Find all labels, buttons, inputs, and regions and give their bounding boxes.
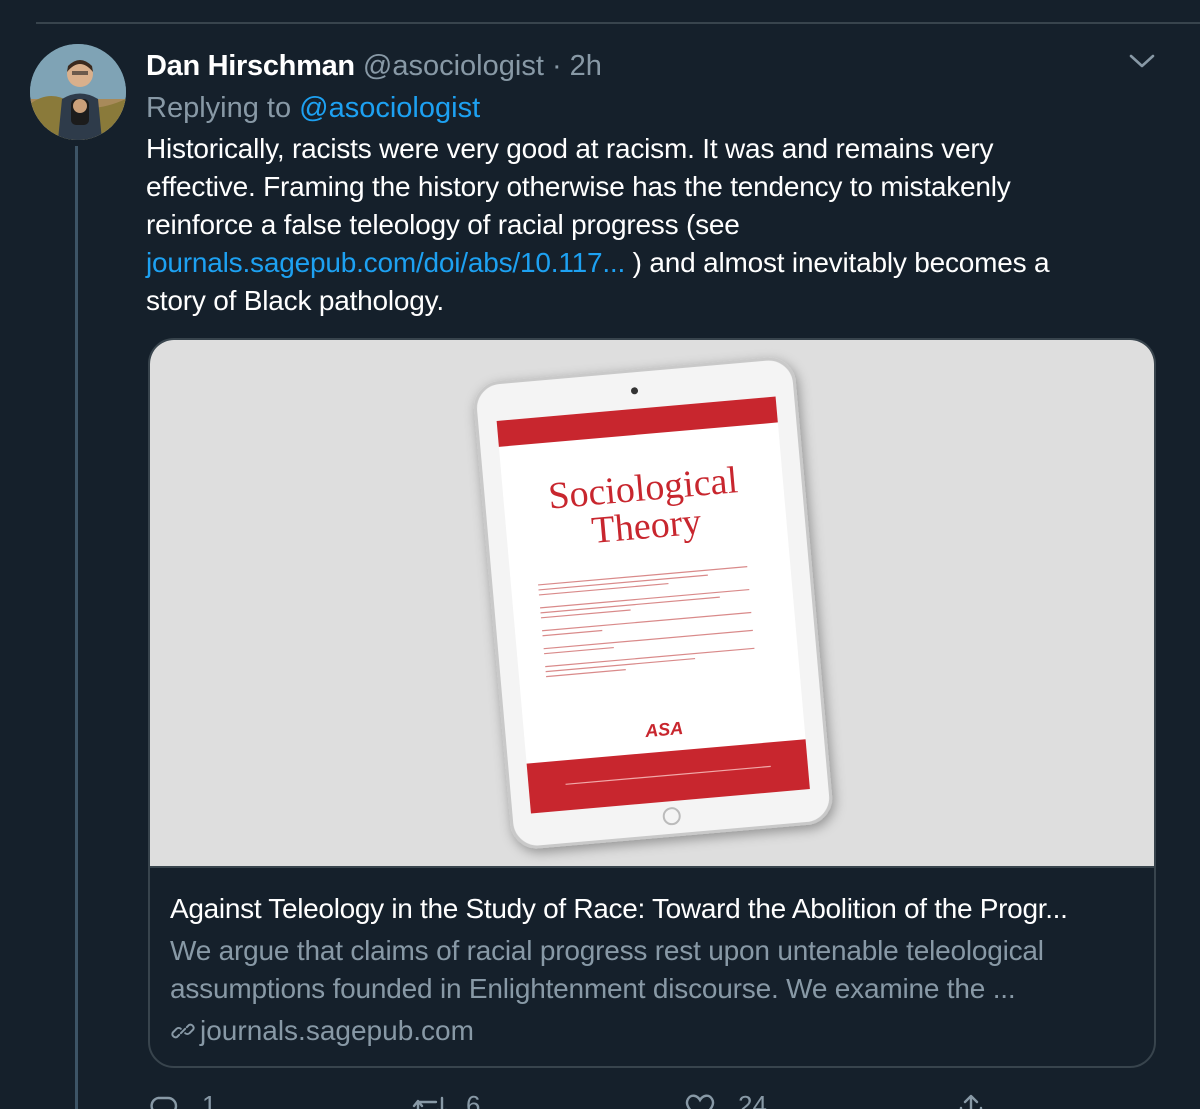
card-domain-text: journals.sagepub.com (200, 1015, 474, 1046)
retweet-icon (412, 1096, 447, 1109)
like-icon (685, 1094, 715, 1109)
chevron-down-icon[interactable] (1128, 50, 1156, 72)
card-description-line: assumptions founded in Enlightenment dis… (170, 973, 1016, 1004)
cover-asa-logo: ASA (643, 718, 684, 741)
card-title[interactable]: Against Teleology in the Study of Race: … (170, 890, 1140, 928)
tweet-text-line: Historically, racists were very good at … (146, 133, 994, 164)
link-icon (171, 1023, 195, 1039)
retweet-count: 6 (466, 1090, 481, 1109)
share-icon (959, 1094, 983, 1109)
tweet-text-line: reinforce a false teleology of racial pr… (146, 209, 740, 240)
avatar[interactable] (30, 44, 126, 140)
timeline-divider (36, 22, 1200, 24)
author-name[interactable]: Dan Hirschman (146, 50, 355, 82)
card-divider (150, 866, 1154, 868)
reply-button[interactable]: 1 (146, 1088, 266, 1109)
tweet-actions: 1 6 24 (146, 1088, 1146, 1109)
journal-cover-illustration: Sociological Theory ASA (474, 357, 833, 849)
header-separator: · (551, 50, 562, 82)
replying-prefix: Replying to (146, 92, 292, 124)
card-description: We argue that claims of racial progress … (170, 932, 1140, 1008)
replying-handle-link[interactable]: @asociologist (299, 92, 480, 124)
share-button[interactable] (954, 1088, 1014, 1109)
avatar-photo (30, 44, 126, 140)
reply-icon (150, 1096, 178, 1109)
author-handle[interactable]: @asociologist (363, 50, 544, 82)
card-description-line: We argue that claims of racial progress … (170, 935, 1044, 966)
like-button[interactable]: 24 (682, 1088, 802, 1109)
thread-connector-line (75, 146, 78, 1109)
article-link[interactable]: journals.sagepub.com/doi/abs/10.117... (146, 247, 625, 278)
card-image: Sociological Theory ASA (150, 340, 1154, 868)
like-count: 24 (738, 1090, 767, 1109)
tweet-header: Dan Hirschman @asociologist · 2h (146, 46, 602, 86)
reply-count: 1 (202, 1090, 217, 1109)
replying-to: Replying to @asociologist (146, 88, 480, 128)
tweet-text-after-link: ) and almost inevitably becomes a (625, 247, 1050, 278)
tweet-text-line: effective. Framing the history otherwise… (146, 171, 1011, 202)
card-domain: journals.sagepub.com (170, 1012, 474, 1050)
retweet-button[interactable]: 6 (410, 1088, 530, 1109)
tweet-text-line: journals.sagepub.com/doi/abs/10.117... )… (146, 244, 1146, 282)
tweet-text: Historically, racists were very good at … (146, 130, 1146, 320)
link-preview-card[interactable]: Sociological Theory ASA Against Teleolog… (148, 338, 1156, 1068)
tweet-text-line: story of Black pathology. (146, 285, 444, 316)
tweet-time[interactable]: 2h (570, 50, 602, 82)
